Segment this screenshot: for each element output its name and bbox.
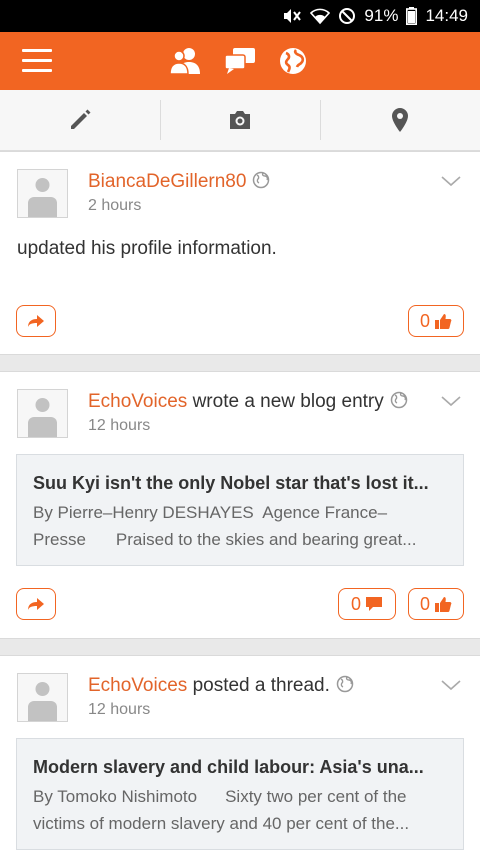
share-button[interactable] — [16, 305, 56, 337]
embed-title: Modern slavery and child labour: Asia's … — [33, 757, 424, 777]
avatar[interactable] — [17, 673, 68, 722]
embed-desc-text: victims of modern slavery and 40 per cen… — [33, 814, 410, 833]
app-bar — [0, 32, 480, 90]
timestamp: 2 hours — [88, 197, 142, 214]
embed-description: By Tomoko Nishimoto Sixty two per cent of… — [33, 783, 449, 837]
public-globe-icon — [252, 171, 270, 195]
globe-icon[interactable] — [276, 44, 310, 78]
avatar[interactable] — [17, 389, 68, 438]
blog-entry-preview[interactable]: Suu Kyi isn't the only Nobel star that's… — [16, 454, 464, 566]
avatar[interactable] — [17, 169, 68, 218]
people-icon[interactable] — [168, 44, 202, 78]
share-arrow-icon — [28, 315, 44, 327]
thread-preview[interactable]: Modern slavery and child labour: Asia's … — [16, 738, 464, 850]
embed-desc-text: Presse — [33, 530, 86, 549]
do-not-disturb-icon — [338, 7, 356, 25]
like-count: 0 — [419, 310, 430, 331]
hamburger-menu-icon[interactable] — [22, 49, 52, 73]
like-button[interactable]: 0 — [408, 305, 464, 337]
camera-icon[interactable] — [160, 90, 320, 150]
chat-bubbles-icon[interactable] — [223, 44, 257, 78]
battery-icon — [406, 7, 418, 25]
feed-item: EchoVoices wrote a new blog entry 12 hou… — [0, 371, 480, 639]
action-text: wrote a new blog entry — [192, 391, 384, 412]
item-headline: EchoVoices posted a thread. — [88, 675, 354, 699]
like-button[interactable]: 0 — [408, 588, 464, 620]
comment-bubble-icon — [366, 597, 382, 611]
post-text: updated his profile information. — [17, 238, 277, 259]
embed-description: By Pierre–Henry DESHAYES Agence France– … — [33, 499, 449, 553]
comment-count: 0 — [350, 593, 361, 614]
embed-desc-text: Praised to the skies and bearing great..… — [115, 530, 417, 549]
timestamp: 12 hours — [88, 417, 151, 434]
public-globe-icon — [390, 391, 408, 415]
clock: 14:49 — [425, 6, 468, 25]
embed-desc-text: Sixty two per cent of the — [225, 787, 407, 806]
username-link[interactable]: EchoVoices — [88, 391, 187, 412]
wifi-icon — [310, 7, 331, 25]
chevron-down-icon[interactable] — [440, 394, 462, 408]
share-button[interactable] — [16, 588, 56, 620]
username-link[interactable]: EchoVoices — [88, 675, 187, 696]
public-globe-icon — [336, 675, 354, 699]
item-headline: EchoVoices wrote a new blog entry — [88, 391, 408, 415]
like-count: 0 — [419, 593, 430, 614]
share-arrow-icon — [28, 598, 44, 610]
thumbs-up-icon — [435, 314, 452, 329]
status-bar: 91% 14:49 — [0, 0, 480, 32]
comment-button[interactable]: 0 — [338, 588, 396, 620]
chevron-down-icon[interactable] — [440, 678, 462, 692]
thumbs-up-icon — [435, 597, 452, 612]
embed-title: Suu Kyi isn't the only Nobel star that's… — [33, 473, 429, 493]
composer-bar — [0, 90, 480, 151]
embed-byline: By Pierre–Henry DESHAYES — [33, 503, 254, 522]
feed-item: EchoVoices posted a thread. 12 hours Mod… — [0, 655, 480, 854]
mute-icon — [282, 7, 302, 25]
pencil-icon[interactable] — [0, 90, 160, 150]
chevron-down-icon[interactable] — [440, 174, 462, 188]
feed-item: BiancaDeGillern80 2 hours updated his pr… — [0, 151, 480, 355]
username-link[interactable]: BiancaDeGillern80 — [88, 171, 246, 192]
action-text: posted a thread. — [192, 675, 330, 696]
timestamp: 12 hours — [88, 701, 151, 718]
location-pin-icon[interactable] — [320, 90, 480, 150]
embed-byline: By Tomoko Nishimoto — [33, 787, 198, 806]
battery-percent: 91% — [364, 6, 399, 25]
embed-desc-text: Agence France– — [262, 503, 388, 522]
item-headline: BiancaDeGillern80 — [88, 171, 270, 195]
